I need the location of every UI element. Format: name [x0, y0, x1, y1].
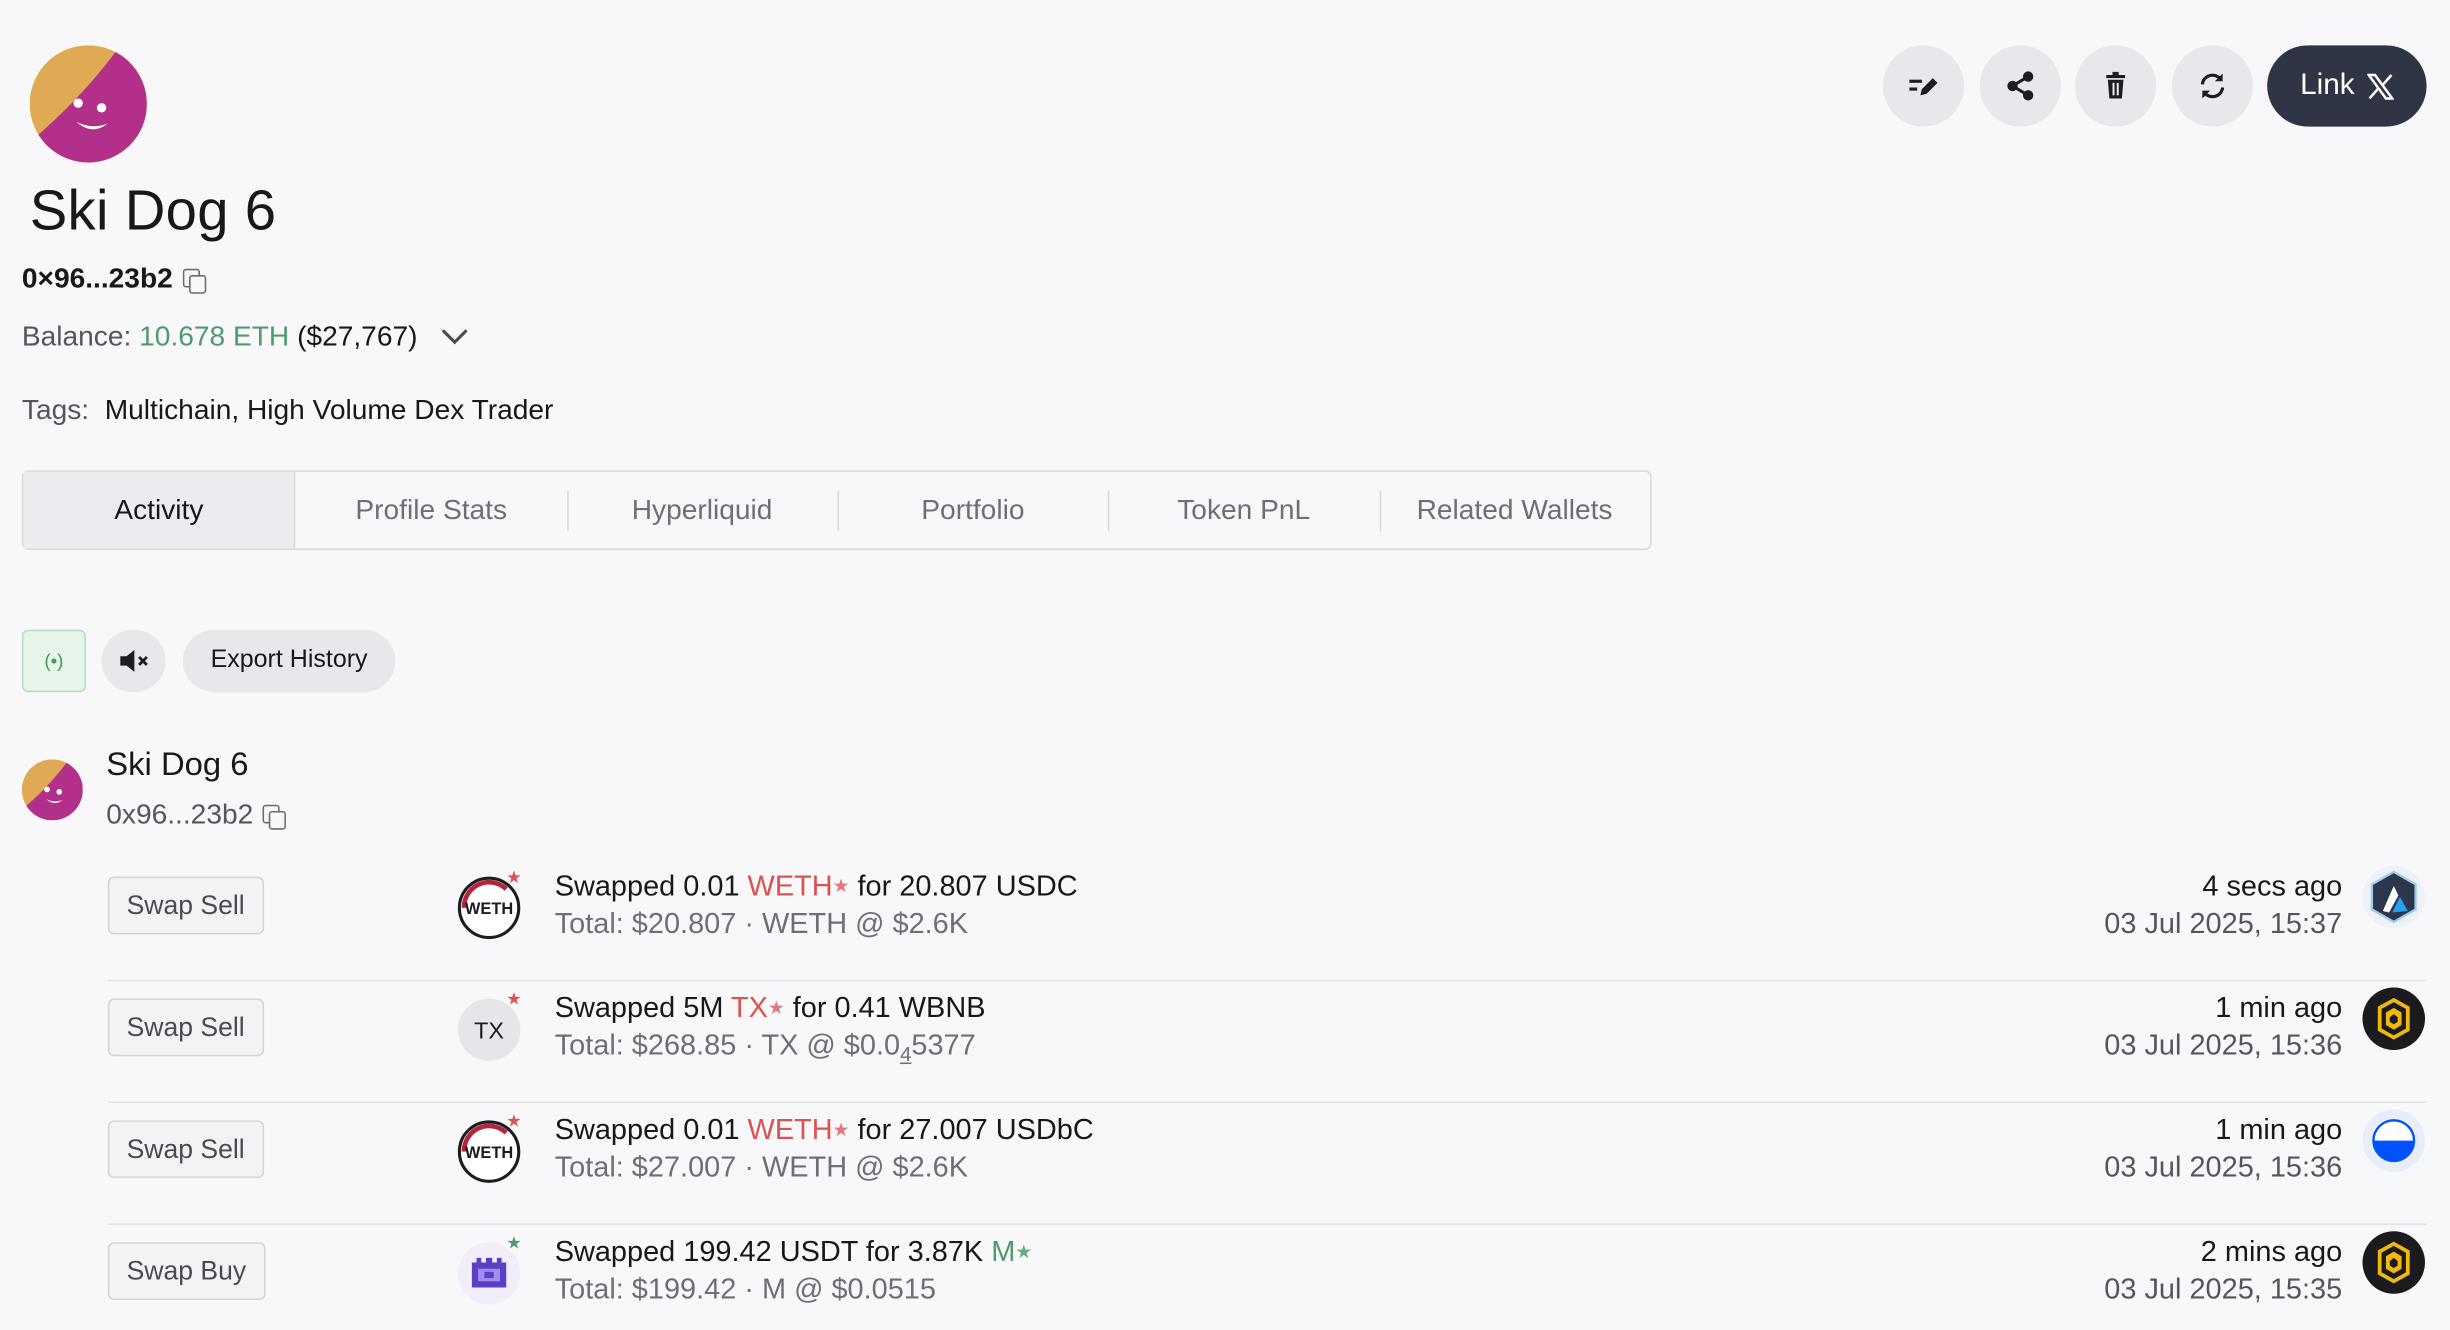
tx-type-badge: Swap Sell — [107, 1120, 264, 1179]
share-icon — [2007, 71, 2034, 101]
link-x-button[interactable]: Link — [2267, 45, 2427, 127]
time-ago: 4 secs ago — [2202, 868, 2343, 902]
refresh-button[interactable] — [2171, 45, 2254, 127]
star-icon: ★ — [506, 1112, 522, 1132]
star-icon: ★ — [506, 868, 522, 888]
share-button[interactable] — [1979, 45, 2061, 127]
tx-type-badge: Swap Sell — [107, 876, 264, 935]
star-icon: ★ — [832, 875, 850, 897]
star-icon: ★ — [832, 1118, 850, 1141]
x-logo-icon — [2367, 72, 2394, 99]
tab-portfolio[interactable]: Portfolio — [837, 472, 1108, 549]
speaker-muted-icon — [119, 650, 148, 672]
tab-hyperliquid[interactable]: Hyperliquid — [566, 472, 838, 549]
token-link[interactable]: WETH — [748, 869, 833, 902]
svg-text:WETH: WETH — [465, 1144, 513, 1162]
swap-total: Total: $27.007 · WETH @ $2.6K — [554, 1150, 969, 1183]
bnb-chain-icon[interactable] — [2361, 986, 2427, 1052]
arbitrum-chain-icon[interactable] — [2361, 864, 2427, 930]
activity-wallet-name[interactable]: Ski Dog 6 — [106, 747, 248, 785]
base-chain-icon[interactable] — [2361, 1108, 2427, 1174]
live-toggle-button[interactable]: (•) — [21, 629, 86, 693]
tags-value: Multichain, High Volume Dex Trader — [104, 393, 554, 425]
balance-label: Balance: — [21, 320, 132, 352]
timestamp: 03 Jul 2025, 15:36 — [2104, 1150, 2343, 1183]
edit-button[interactable] — [1882, 45, 1965, 127]
timestamp: 03 Jul 2025, 15:36 — [2104, 1028, 2343, 1061]
wallet-avatar-small — [21, 759, 83, 821]
tab-token-pnl[interactable]: Token PnL — [1108, 472, 1379, 549]
balance-line[interactable]: Balance: 10.678 ETH ($27,767) — [22, 320, 472, 353]
activity-row[interactable]: Swap Sell TX ★ Swapped 5M TX★ for 0.41 W… — [107, 981, 2427, 1104]
time-ago: 1 min ago — [2215, 1112, 2343, 1146]
refresh-icon — [2200, 73, 2225, 99]
token-link[interactable]: M — [991, 1234, 1015, 1267]
timestamp: 03 Jul 2025, 15:35 — [2104, 1271, 2343, 1305]
chevron-down-icon[interactable] — [438, 326, 472, 348]
bnb-chain-icon[interactable] — [2361, 1230, 2427, 1296]
tags-line: Tags: Multichain, High Volume Dex Trader — [22, 394, 554, 427]
copy-icon[interactable] — [262, 803, 287, 829]
tags-label: Tags: — [21, 393, 90, 425]
svg-text:TX: TX — [474, 1017, 504, 1043]
export-history-button[interactable]: Export History — [182, 629, 396, 693]
wallet-address-text: 0×96...23b2 — [21, 262, 173, 294]
swap-total: Total: $20.807 · WETH @ $2.6K — [554, 906, 969, 940]
swap-description: Swapped 0.01 WETH★ for 27.007 USDbC — [554, 1112, 1094, 1146]
balance-usd: ($27,767) — [297, 320, 418, 352]
copy-icon[interactable] — [182, 267, 206, 293]
tab-related-wallets[interactable]: Related Wallets — [1379, 472, 1650, 549]
svg-text:WETH: WETH — [465, 900, 513, 918]
tab-activity[interactable]: Activity — [23, 471, 296, 549]
wallet-avatar — [29, 45, 147, 163]
tx-type-badge: Swap Sell — [107, 998, 264, 1057]
swap-description: Swapped 199.42 USDT for 3.87K M★ — [554, 1234, 1033, 1268]
activity-wallet-address: 0x96...23b2 — [106, 798, 287, 831]
mute-button[interactable] — [101, 629, 166, 693]
link-label: Link — [2300, 68, 2355, 102]
activity-wallet-address-text: 0x96...23b2 — [106, 798, 254, 830]
profile-tabs: Activity Profile Stats Hyperliquid Portf… — [21, 470, 1652, 550]
swap-total: Total: $199.42 · M @ $0.0515 — [554, 1271, 936, 1305]
star-icon: ★ — [767, 996, 785, 1019]
star-icon: ★ — [1015, 1240, 1033, 1263]
tx-type-badge: Swap Buy — [107, 1242, 265, 1300]
trash-icon — [2106, 71, 2125, 99]
activity-row[interactable]: Swap Buy ★ Swapped 199.42 USDT for 3.87K… — [107, 1225, 2427, 1330]
time-ago: 1 min ago — [2215, 990, 2343, 1024]
activity-row[interactable]: Swap Sell WETH ★ Swapped 0.01 WETH★ for … — [107, 859, 2427, 982]
swap-total: Total: $268.85 · TX @ $0.045377 — [554, 1028, 976, 1066]
wallet-address: 0×96...23b2 — [21, 262, 206, 296]
star-icon: ★ — [506, 990, 522, 1010]
wallet-name: Ski Dog 6 — [29, 178, 277, 243]
swap-description: Swapped 0.01 WETH★ for 20.807 USDC — [554, 868, 1078, 902]
activity-row[interactable]: Swap Sell WETH ★ Swapped 0.01 WETH★ for … — [107, 1103, 2427, 1225]
time-ago: 2 mins ago — [2200, 1234, 2343, 1268]
swap-description: Swapped 5M TX★ for 0.41 WBNB — [554, 990, 986, 1024]
delete-button[interactable] — [2075, 45, 2157, 127]
token-link[interactable]: WETH — [748, 1113, 833, 1146]
token-link[interactable]: TX — [731, 991, 768, 1024]
tab-profile-stats[interactable]: Profile Stats — [296, 472, 567, 549]
live-icon: (•) — [44, 650, 64, 672]
star-icon: ★ — [506, 1234, 522, 1254]
timestamp: 03 Jul 2025, 15:37 — [2104, 906, 2343, 940]
balance-eth: 10.678 ETH — [139, 320, 290, 352]
edit-icon — [1909, 78, 1938, 96]
